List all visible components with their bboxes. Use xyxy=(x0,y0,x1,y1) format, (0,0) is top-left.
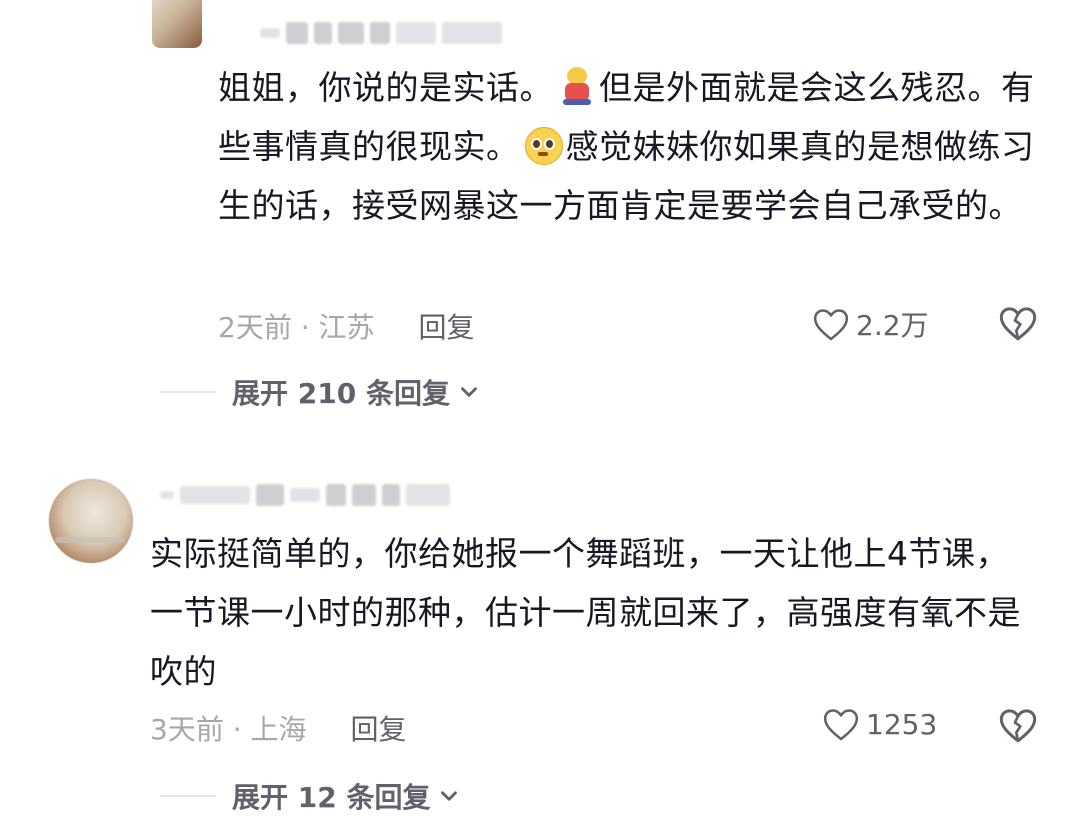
expand-replies-label[interactable]: 展开 12 条回复 xyxy=(232,776,430,816)
broken-heart-icon xyxy=(999,709,1037,743)
like-button[interactable]: 2.2万 xyxy=(812,304,929,344)
comment-text-part: 姐姐，你说的是实话。 xyxy=(218,68,553,107)
like-count: 1253 xyxy=(866,707,938,741)
avatar[interactable] xyxy=(152,0,202,48)
comment-meta: 2天前 · 江苏 回复 xyxy=(218,306,475,346)
like-button[interactable]: 1253 xyxy=(822,706,937,742)
dislike-button[interactable] xyxy=(998,304,1038,346)
comment-text: 姐姐，你说的是实话。 但是外面就是会这么残忍。有些事情真的很现实。 感觉妹妹你如果真… xyxy=(218,58,1038,235)
heart-outline-icon xyxy=(813,309,849,341)
expand-replies[interactable]: 展开 210 条回复 xyxy=(160,370,482,414)
avatar[interactable] xyxy=(48,478,134,564)
dislike-button[interactable] xyxy=(998,706,1038,748)
username-redacted[interactable] xyxy=(160,480,450,510)
username-redacted[interactable] xyxy=(260,18,502,48)
broken-heart-icon xyxy=(999,307,1037,341)
reply-button[interactable]: 回复 xyxy=(351,708,407,748)
time-location: 3天前 · 上海 xyxy=(150,713,307,746)
time-location: 2天前 · 江苏 xyxy=(218,311,375,344)
divider-line xyxy=(160,795,216,797)
pleading-face-emoji-icon xyxy=(524,126,563,165)
bear-emoji-icon xyxy=(557,67,595,105)
comment-meta: 3天前 · 上海 回复 xyxy=(150,708,407,748)
divider-line xyxy=(160,391,216,393)
like-count: 2.2万 xyxy=(856,309,929,342)
expand-replies[interactable]: 展开 12 条回复 xyxy=(160,774,462,818)
heart-outline-icon xyxy=(823,709,859,741)
chevron-down-icon xyxy=(441,791,458,801)
comment-text: 实际挺简单的，你给她报一个舞蹈班，一天让他上4节课，一节课一小时的那种，估计一周… xyxy=(150,534,1021,691)
chevron-down-icon xyxy=(461,387,477,397)
reply-button[interactable]: 回复 xyxy=(419,306,475,346)
expand-replies-label[interactable]: 展开 210 条回复 xyxy=(232,372,450,412)
